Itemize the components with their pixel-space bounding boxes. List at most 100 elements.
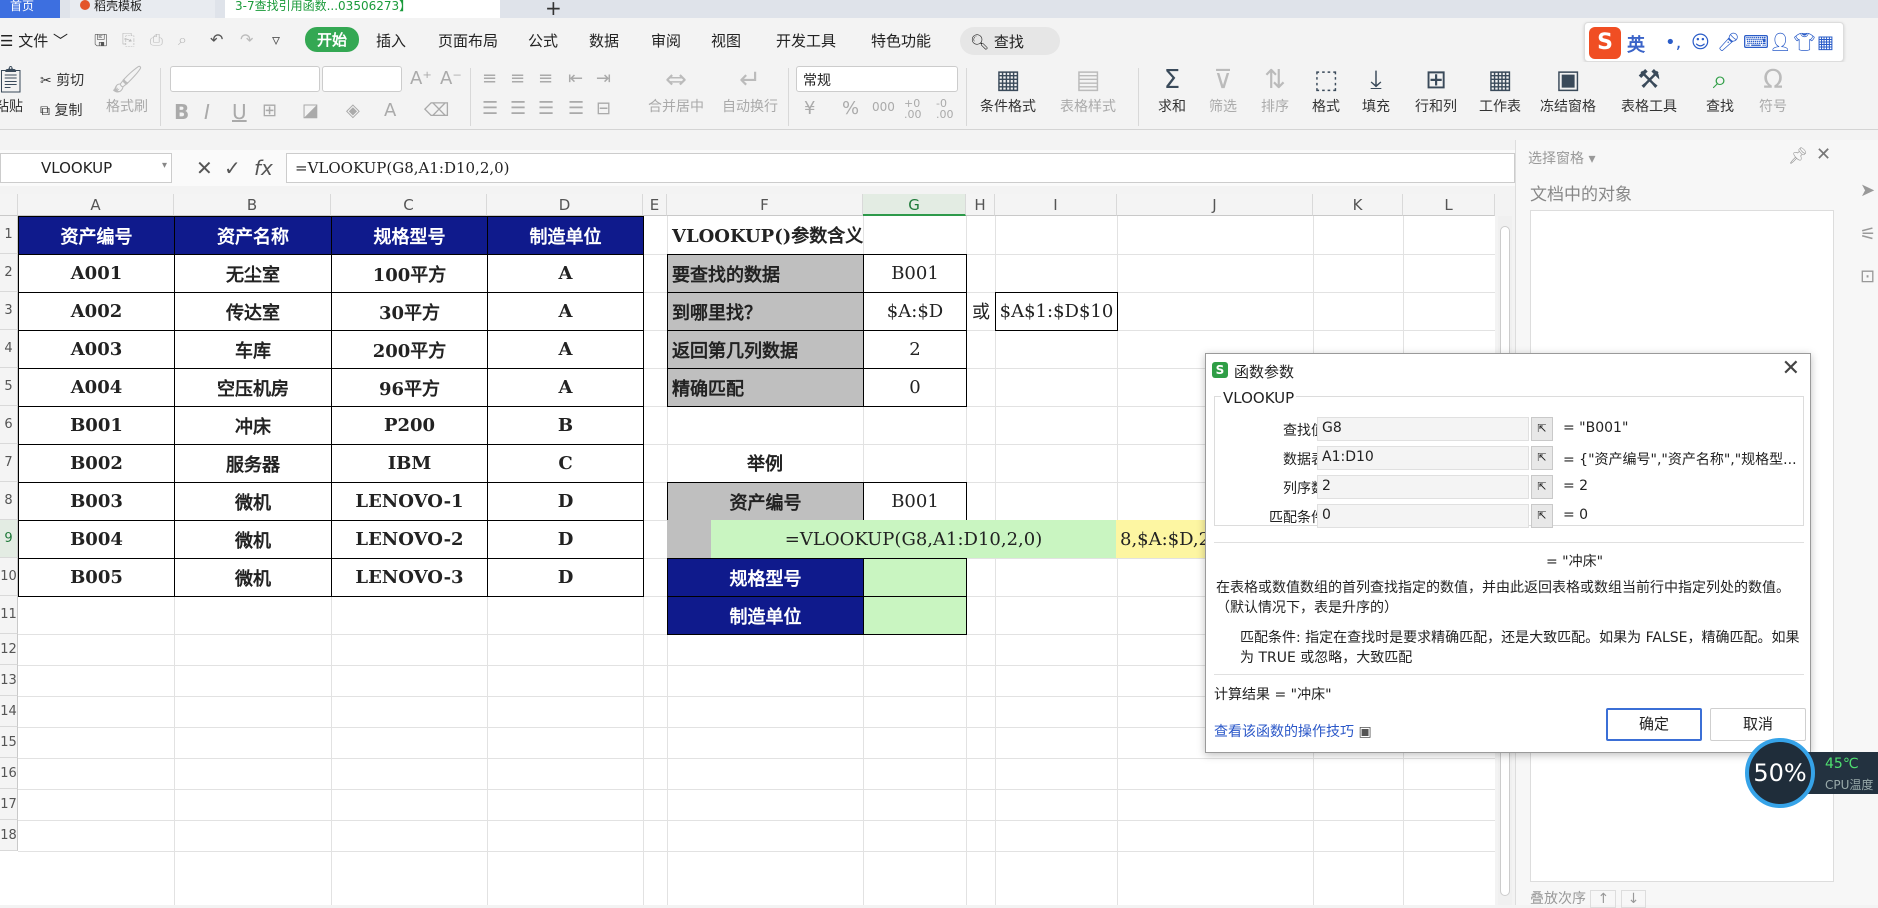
column-header-k[interactable]: K [1313, 194, 1403, 216]
table-cell[interactable]: 微机 [174, 482, 332, 521]
ime-language[interactable]: 英 [1627, 31, 1645, 57]
table-cell[interactable]: B003 [18, 482, 175, 521]
table-cell[interactable]: LENOVO-2 [331, 520, 488, 559]
range-select-icon[interactable]: ⇱ [1531, 446, 1553, 470]
param-value[interactable]: B001 [863, 254, 967, 293]
menu-review[interactable]: 审阅 [651, 30, 681, 51]
table-cell[interactable]: 传达室 [174, 292, 332, 331]
table-cell[interactable]: LENOVO-1 [331, 482, 488, 521]
table-cell[interactable]: 无尘室 [174, 254, 332, 293]
table-cell[interactable]: 30平方 [331, 292, 488, 331]
tab-document[interactable]: 3-7查找引用函数...03506273】 [225, 0, 500, 18]
row-header-8[interactable]: 8 [0, 482, 18, 520]
table-cell[interactable]: A002 [18, 292, 175, 331]
table-cell[interactable]: 空压机房 [174, 368, 332, 407]
table-cell[interactable]: 服务器 [174, 444, 332, 483]
table-cell[interactable]: A004 [18, 368, 175, 407]
merge-center-button[interactable]: ⇔ 合并居中 [636, 64, 716, 116]
table-style-button[interactable]: ▤ 表格样式 [1048, 64, 1128, 116]
name-box[interactable]: VLOOKUP ▾ [0, 153, 172, 183]
transform-tool-icon[interactable]: ⊡ [1860, 266, 1875, 287]
row-header-9[interactable]: 9 [0, 520, 18, 558]
cpu-monitor-widget[interactable]: 50% 45℃ CPU温度 [1745, 738, 1878, 808]
menu-data[interactable]: 数据 [589, 30, 619, 51]
argument-input[interactable]: 0 [1317, 504, 1529, 528]
param-value[interactable]: 2 [863, 330, 967, 369]
pin-icon[interactable]: 📌︎ [1788, 146, 1808, 165]
indent-decrease-icon[interactable]: ⇤ [568, 68, 583, 89]
table-tools-button[interactable]: ⚒ 表格工具 [1610, 64, 1688, 116]
print-preview-icon[interactable]: ⌕ [178, 30, 187, 50]
paste-button[interactable]: 📋︎ 粘贴 [0, 64, 27, 116]
cut-button[interactable]: ✂ 剪切 [40, 70, 84, 90]
row-header-17[interactable]: 17 [0, 789, 18, 820]
row-header-6[interactable]: 6 [0, 406, 18, 444]
move-up-icon[interactable]: ↑ [1590, 890, 1617, 908]
punctuation-icon[interactable]: •, [1665, 32, 1681, 53]
freeze-panes-button[interactable]: ▣ 冻结窗格 [1532, 64, 1604, 116]
sort-button[interactable]: ⇅ 排序 [1250, 64, 1300, 116]
tab-home[interactable]: 首页 [0, 0, 60, 18]
menu-special[interactable]: 特色功能 [871, 30, 931, 51]
number-format-select[interactable]: 常规 [796, 66, 958, 92]
argument-input[interactable]: A1:D10 [1317, 446, 1529, 470]
cancel-button[interactable]: 取消 [1710, 708, 1806, 741]
ok-button[interactable]: 确定 [1606, 708, 1702, 741]
table-cell[interactable]: IBM [331, 444, 488, 483]
align-top-icon[interactable]: ≡ [482, 68, 497, 89]
eraser-icon[interactable]: ⌫ [424, 100, 449, 121]
align-center-icon[interactable]: ☰ [510, 98, 526, 119]
font-size-select[interactable] [322, 66, 402, 92]
maker-label[interactable]: 制造单位 [667, 596, 864, 635]
table-cell[interactable]: LENOVO-3 [331, 558, 488, 597]
insert-function-icon[interactable]: fx [254, 156, 273, 180]
row-header-15[interactable]: 15 [0, 727, 18, 758]
table-cell[interactable]: 微机 [174, 520, 332, 559]
range-select-icon[interactable]: ⇱ [1531, 504, 1553, 528]
decimal-decrease-icon[interactable]: -0.00 [936, 98, 954, 120]
table-header-cell[interactable]: 制造单位 [487, 216, 644, 255]
editing-cell-gray[interactable] [667, 520, 711, 558]
menu-developer[interactable]: 开发工具 [776, 30, 836, 51]
sum-button[interactable]: Σ 求和 [1148, 64, 1196, 116]
table-cell[interactable]: 200平方 [331, 330, 488, 369]
conditional-format-button[interactable]: ▦ 条件格式 [972, 64, 1044, 116]
param-label[interactable]: 返回第几列数据 [667, 330, 864, 369]
toolbox-icon[interactable]: ▦ [1817, 32, 1834, 53]
cursor-tool-icon[interactable]: ➤ [1860, 180, 1875, 201]
row-header-4[interactable]: 4 [0, 330, 18, 368]
filter-button[interactable]: ⊽ 筛选 [1198, 64, 1248, 116]
redo-icon[interactable]: ↷ [240, 30, 253, 49]
border-icon[interactable]: ⊞ [262, 100, 277, 121]
table-cell[interactable]: B [487, 406, 644, 445]
indent-increase-icon[interactable]: ⇥ [596, 68, 611, 89]
fill-color-icon[interactable]: ◪ [302, 100, 319, 121]
tab-template[interactable]: 稻壳模板 [70, 0, 215, 18]
font-color-icon[interactable]: A [384, 100, 396, 121]
editing-formula-cell[interactable]: =VLOOKUP(G8,A1:D10,2,0) [711, 520, 1116, 558]
argument-input[interactable]: G8 [1317, 417, 1529, 441]
format-button[interactable]: ⬚ 格式 [1302, 64, 1350, 116]
column-header-c[interactable]: C [331, 194, 487, 216]
thousands-icon[interactable]: 000 [872, 100, 895, 114]
argument-input[interactable]: 2 [1317, 475, 1529, 499]
table-cell[interactable]: A003 [18, 330, 175, 369]
example-label[interactable]: 资产编号 [667, 482, 864, 521]
confirm-formula-icon[interactable]: ✓ [224, 156, 241, 180]
menu-view[interactable]: 视图 [711, 30, 741, 51]
skin-icon[interactable]: 👕︎ [1793, 32, 1816, 53]
align-bottom-icon[interactable]: ≡ [538, 68, 553, 89]
range-select-icon[interactable]: ⇱ [1531, 417, 1553, 441]
cancel-formula-icon[interactable]: ✕ [196, 156, 213, 180]
alt-range-cell[interactable]: $A$1:$D$10 [995, 292, 1118, 331]
font-shrink-icon[interactable]: A⁻ [440, 68, 462, 89]
microphone-icon[interactable]: 🎤︎ [1717, 32, 1740, 53]
table-cell[interactable]: 冲床 [174, 406, 332, 445]
table-cell[interactable]: D [487, 520, 644, 559]
new-tab-icon[interactable]: + [545, 0, 562, 20]
help-link[interactable]: 查看该函数的操作技巧 ▣ [1214, 721, 1372, 741]
param-label[interactable]: 精确匹配 [667, 368, 864, 407]
wrap-text-button[interactable]: ↵ 自动换行 [718, 64, 782, 116]
distribute-icon[interactable]: ⊟ [596, 98, 611, 119]
param-value[interactable]: 0 [863, 368, 967, 407]
